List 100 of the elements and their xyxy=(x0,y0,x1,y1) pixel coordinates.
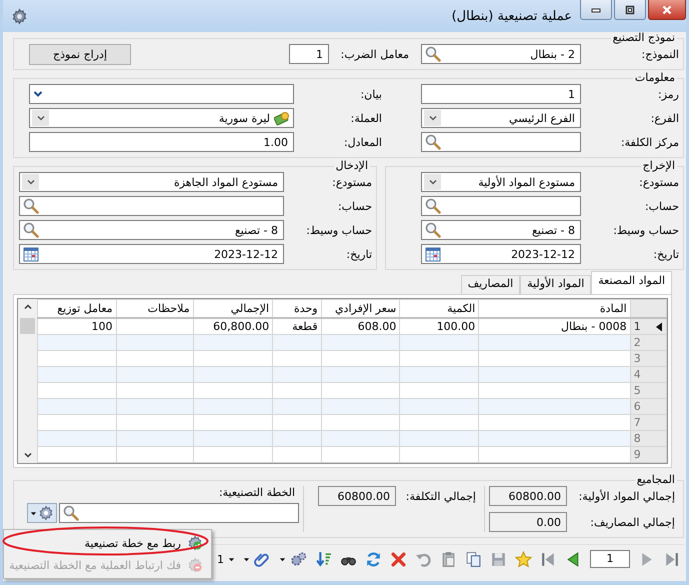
readonly-field: 60800.00 xyxy=(489,486,567,506)
restore-button[interactable] xyxy=(614,0,646,20)
group-title: المجاميع xyxy=(636,474,676,486)
dropdown-field[interactable]: الفرع الرئيسي xyxy=(421,108,581,128)
dropdown-button[interactable] xyxy=(424,110,441,126)
save-icon[interactable] xyxy=(490,550,507,568)
row-header[interactable]: 4 xyxy=(630,366,666,382)
search-icon xyxy=(63,505,79,521)
input-field[interactable]: 1 xyxy=(289,44,329,64)
dropdown-button[interactable] xyxy=(32,110,49,126)
column-header[interactable]: معامل توزيع xyxy=(38,300,116,318)
row-header[interactable]: 9 xyxy=(630,446,666,462)
date-field[interactable]: 2023-12-12 xyxy=(19,244,284,264)
caret-icon xyxy=(30,510,37,516)
field-label: إجمالي التكلفة: xyxy=(404,490,477,502)
search-field[interactable]: 2 - بنطال xyxy=(421,44,581,64)
group-title: الإدخال xyxy=(334,160,369,172)
column-header[interactable]: سعر الإفرادي xyxy=(321,300,400,318)
row-number: 6 xyxy=(634,399,641,414)
current-row-icon xyxy=(655,322,663,332)
column-header[interactable]: ملاحظات xyxy=(116,300,194,318)
row-number: 9 xyxy=(634,447,641,462)
date-field[interactable]: 2023-12-12 xyxy=(421,244,581,264)
settings-icon[interactable] xyxy=(11,8,28,24)
row-header[interactable]: 6 xyxy=(630,398,666,414)
search-field[interactable]: 8 - تصنيع xyxy=(421,220,581,240)
field-label: الخطة التصنيعية: xyxy=(218,486,296,499)
menu-item[interactable]: ربط مع خطة تصنيعية xyxy=(4,532,211,554)
row-header[interactable]: 5 xyxy=(630,382,666,398)
chevron-down-icon xyxy=(36,113,46,123)
search-icon xyxy=(23,198,39,214)
tab[interactable]: المواد الأولية xyxy=(520,275,592,294)
column-header[interactable]: وحدة xyxy=(272,300,322,318)
search-icon xyxy=(425,46,441,62)
search-field[interactable] xyxy=(421,196,581,216)
dropdown-field[interactable] xyxy=(29,84,294,104)
star-icon[interactable] xyxy=(515,550,532,568)
scroll-thumb[interactable] xyxy=(20,318,35,334)
dropdown-field[interactable]: ليرة سورية xyxy=(29,108,294,128)
field-label: إجمالي المصاريف: xyxy=(589,516,676,528)
input-field[interactable]: 1 xyxy=(421,84,581,104)
row-header[interactable]: 3 xyxy=(630,350,666,366)
group-title: نموذج التصنيع xyxy=(612,32,676,44)
field-label: حساب وسيط: xyxy=(612,224,680,236)
minimize-button[interactable] xyxy=(580,0,612,20)
search-icon xyxy=(425,198,441,214)
search-icon xyxy=(425,134,441,150)
calendar-icon xyxy=(425,246,441,262)
row-header xyxy=(630,300,666,318)
count-menu-button[interactable]: 1 xyxy=(217,552,235,566)
tools-menu-button[interactable] xyxy=(279,550,307,568)
copy-icon[interactable] xyxy=(465,550,482,568)
page-number-field[interactable]: 1 xyxy=(590,550,630,568)
insert-template-button[interactable]: إدراج نموذج xyxy=(29,44,131,64)
dropdown-button[interactable] xyxy=(22,174,39,190)
column-header[interactable]: الكمية xyxy=(400,300,479,318)
row-header[interactable]: 1 xyxy=(630,318,666,334)
tab[interactable]: المواد المصنعة xyxy=(591,271,672,294)
readonly-field: 0.00 xyxy=(489,512,567,532)
plan-menu-button[interactable] xyxy=(27,503,57,523)
close-button[interactable] xyxy=(648,0,686,20)
dropdown-button[interactable] xyxy=(424,174,441,190)
column-header[interactable]: الإجمالي xyxy=(193,300,273,318)
refresh-icon[interactable] xyxy=(365,550,382,568)
row-number: 8 xyxy=(634,431,641,446)
chevron-down-icon xyxy=(428,177,438,187)
scrollbar[interactable] xyxy=(18,299,37,463)
column-header[interactable]: المادة xyxy=(478,300,630,318)
first-record-icon[interactable] xyxy=(540,550,557,568)
delete-icon[interactable] xyxy=(390,550,407,568)
gears-icon xyxy=(290,550,307,568)
restore-icon xyxy=(624,4,636,14)
scroll-down-icon[interactable] xyxy=(22,450,32,460)
field-label: الفرع: xyxy=(650,112,680,124)
search-icon xyxy=(425,222,441,238)
last-record-icon[interactable] xyxy=(663,550,680,568)
input-field[interactable]: 1.00 xyxy=(29,132,294,152)
tab[interactable]: المصاريف xyxy=(460,275,520,294)
gear-check-icon xyxy=(187,535,203,551)
caret-icon xyxy=(228,556,235,562)
sort-icon[interactable] xyxy=(315,550,332,568)
row-header[interactable]: 8 xyxy=(630,430,666,446)
search-field[interactable]: 8 - تصنيع xyxy=(19,220,284,240)
dropdown-field[interactable]: مستودع المواد الأولية xyxy=(421,172,581,192)
caret-icon xyxy=(243,556,250,562)
dropdown-field[interactable]: مستودع المواد الجاهزة xyxy=(19,172,284,192)
paste-icon[interactable] xyxy=(440,550,457,568)
search-field[interactable] xyxy=(421,132,581,152)
caret-icon xyxy=(279,556,286,562)
row-header[interactable]: 2 xyxy=(630,334,666,350)
row-header[interactable]: 7 xyxy=(630,414,666,430)
readonly-field: 60800.00 xyxy=(318,486,396,506)
search-field[interactable] xyxy=(19,196,284,216)
attachments-menu-button[interactable] xyxy=(243,550,271,568)
field-label: تاريخ: xyxy=(345,248,373,260)
field-label: مستودع: xyxy=(331,176,373,188)
calendar-icon xyxy=(23,246,39,262)
row-number: 3 xyxy=(634,351,641,366)
search-field[interactable] xyxy=(59,503,299,523)
field-label: إجمالي المواد الأولية: xyxy=(578,490,676,502)
